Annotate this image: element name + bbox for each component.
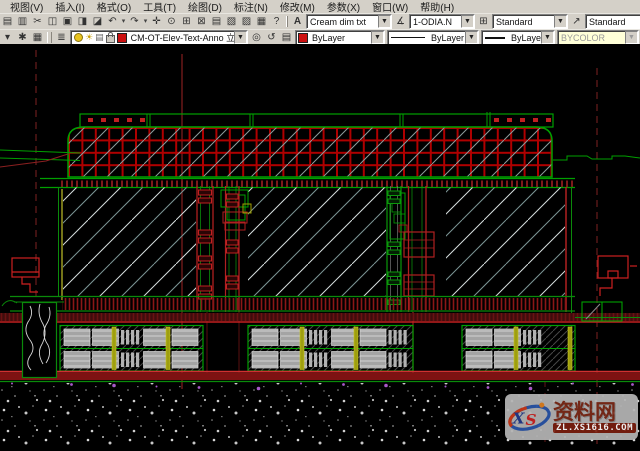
undo-icon[interactable]: ↶ <box>105 15 120 28</box>
fixture-right <box>598 256 637 296</box>
tree-symbol <box>2 301 64 378</box>
svg-text:X: X <box>512 409 526 427</box>
chevron-down-icon[interactable]: ▼ <box>234 31 247 44</box>
color-swatch-icon <box>298 33 308 43</box>
plot-style-value: BYCOLOR <box>558 33 625 43</box>
dim-style-button[interactable]: ∡ <box>393 15 408 28</box>
current-layer-name: CM-OT-Elev-Text-Anno 立面注释 <box>128 31 234 44</box>
chevron-down-icon[interactable]: ▼ <box>461 15 474 28</box>
plot-style-combo: BYCOLOR ▼ <box>557 30 639 45</box>
spandrel-band <box>0 313 640 322</box>
toolbar-grip[interactable] <box>286 16 288 27</box>
multileader-style-value: Standard <box>586 17 640 27</box>
watermark-logo-icon: X S <box>507 396 552 438</box>
menu-item-dimension[interactable]: 标注(N) <box>228 0 274 14</box>
chevron-down-icon[interactable]: ▼ <box>554 15 567 28</box>
grille-band <box>10 297 575 312</box>
toolbar-overflow-icon[interactable]: ▾ <box>0 31 15 44</box>
zoom-realtime-icon[interactable]: ⊙ <box>164 15 179 28</box>
lineweight-sample-icon <box>485 37 505 39</box>
layer-on-icon[interactable] <box>74 33 83 42</box>
watermark: X S 资料网 ZL.XS1616.COM <box>505 394 638 440</box>
cut-icon[interactable]: ✂ <box>30 15 45 28</box>
color-combo[interactable]: ByLayer ▼ <box>295 30 385 45</box>
copy-icon[interactable]: ◫ <box>45 15 60 28</box>
toolbar-grip[interactable] <box>47 32 52 43</box>
linetype-sample-icon <box>391 37 425 38</box>
menu-item-tools[interactable]: 工具(T) <box>137 0 182 14</box>
dim-style-value: 1-ODIA.N <box>410 17 461 27</box>
pan-icon[interactable]: ✛ <box>149 15 164 28</box>
color-value: ByLayer <box>309 33 371 43</box>
text-style-value: Cream dim txt <box>307 17 378 27</box>
table-style-value: Standard <box>493 17 554 27</box>
properties-icon[interactable]: ▤ <box>209 15 224 28</box>
make-object-layer-current-icon[interactable]: ◎ <box>249 31 264 44</box>
layer-combo[interactable]: ☀▤ CM-OT-Elev-Text-Anno 立面注释 ▼ <box>70 30 248 45</box>
layer-plot-icon[interactable]: ▤ <box>95 33 104 42</box>
watermark-site-name: 资料网 <box>553 401 616 423</box>
layer-properties-manager-icon[interactable]: ≣ <box>54 31 69 44</box>
watermark-url: ZL.XS1616.COM <box>553 423 636 433</box>
paste-icon[interactable]: ▣ <box>60 15 75 28</box>
menu-item-parametric[interactable]: 参数(X) <box>321 0 366 14</box>
svg-text:S: S <box>526 411 537 429</box>
linetype-combo[interactable]: ByLayer ▼ <box>387 30 479 45</box>
redo-icon[interactable]: ↷ <box>127 15 142 28</box>
application-chrome: 视图(V)插入(I)格式(O)工具(T)绘图(D)标注(N)修改(M)参数(X)… <box>0 0 640 44</box>
zoom-window-icon[interactable]: ⊞ <box>179 15 194 28</box>
designcenter-icon[interactable]: ▧ <box>224 15 239 28</box>
menu-item-modify[interactable]: 修改(M) <box>274 0 321 14</box>
drawing-canvas[interactable] <box>0 44 640 446</box>
chevron-down-icon[interactable]: ▼ <box>465 31 478 44</box>
stone-panel-band <box>60 326 575 372</box>
standard-toolbar-row: ▤▥✂◫▣◨◪↶▾↷▾✛⊙⊞⊠▤▧▨▦? A Cream dim txt ▼ ∡… <box>0 13 640 29</box>
chevron-down-icon[interactable]: ▼ <box>371 31 384 44</box>
block-editor-icon[interactable]: ◪ <box>90 15 105 28</box>
layer-color-swatch[interactable] <box>117 33 127 43</box>
linetype-value: ByLayer <box>428 33 465 43</box>
menu-item-view[interactable]: 视图(V) <box>4 0 49 14</box>
sheet-set-manager-icon[interactable]: ▤ <box>0 15 15 28</box>
tool-palettes-icon[interactable]: ▨ <box>239 15 254 28</box>
menu-item-draw[interactable]: 绘图(D) <box>182 0 228 14</box>
redo-dropdown-icon[interactable]: ▾ <box>142 15 149 28</box>
chevron-down-icon: ▼ <box>625 31 638 44</box>
layer-states-icon[interactable]: ▤ <box>279 31 294 44</box>
menu-item-format[interactable]: 格式(O) <box>91 0 137 14</box>
lineweight-combo[interactable]: ByLayer ▼ <box>481 30 555 45</box>
layer-freeze-icon[interactable]: ☀ <box>85 33 93 42</box>
fixture-left <box>12 258 39 292</box>
text-style-combo[interactable]: Cream dim txt ▼ <box>306 14 392 29</box>
table-style-button[interactable]: ⊞ <box>476 15 491 28</box>
zoom-previous-icon[interactable]: ⊠ <box>194 15 209 28</box>
chevron-down-icon[interactable]: ▼ <box>378 15 391 28</box>
menu-item-insert[interactable]: 插入(I) <box>49 0 90 14</box>
match-properties-icon[interactable]: ◨ <box>75 15 90 28</box>
layer-previous-icon[interactable]: ↺ <box>264 31 279 44</box>
chevron-down-icon[interactable]: ▼ <box>541 31 554 44</box>
text-style-button[interactable]: A <box>290 15 305 28</box>
multileader-style-button[interactable]: ↗ <box>569 15 584 28</box>
menu-item-window[interactable]: 窗口(W) <box>366 0 414 14</box>
menu-bar: 视图(V)插入(I)格式(O)工具(T)绘图(D)标注(N)修改(M)参数(X)… <box>0 0 640 13</box>
menu-item-help[interactable]: 帮助(H) <box>414 0 460 14</box>
multileader-style-combo[interactable]: Standard <box>585 14 640 29</box>
roof-assembly <box>0 112 640 188</box>
markup-icon[interactable]: ▥ <box>15 15 30 28</box>
calculator-icon[interactable]: ▦ <box>254 15 269 28</box>
mullion-column-1 <box>197 186 251 374</box>
dim-style-combo[interactable]: 1-ODIA.N ▼ <box>409 14 475 29</box>
gear-icon[interactable]: ✱ <box>15 31 30 44</box>
palette-icon[interactable]: ▦ <box>30 31 45 44</box>
layers-toolbar-row: ▾✱▦ ≣ ☀▤ CM-OT-Elev-Text-Anno 立面注释 ▼ ◎↺▤… <box>0 29 640 45</box>
lineweight-value: ByLayer <box>508 33 541 43</box>
layer-lock-icon[interactable] <box>106 35 115 43</box>
table-style-combo[interactable]: Standard ▼ <box>492 14 568 29</box>
help-icon[interactable]: ? <box>269 15 284 28</box>
undo-dropdown-icon[interactable]: ▾ <box>120 15 127 28</box>
